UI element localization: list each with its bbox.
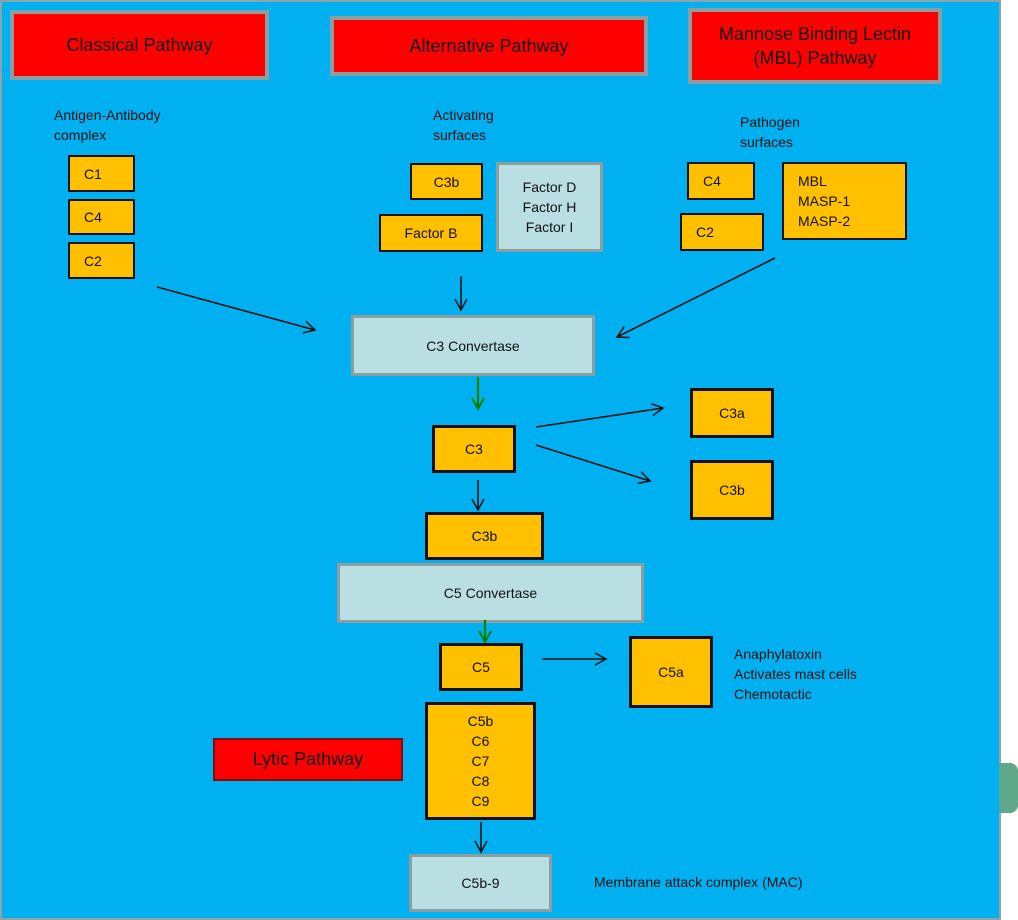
arrow-c3-to-c3b-fragment: [535, 444, 652, 485]
diagram-canvas: Classical Pathway Alternative Pathway Ma…: [0, 0, 1001, 920]
arrows-layer: [156, 257, 776, 854]
side-tab[interactable]: [999, 763, 1018, 813]
arrow-classical-to-c3conv: [156, 286, 317, 334]
arrow-c3-to-c3a: [535, 402, 665, 428]
arrow-mbl-to-c3conv: [615, 257, 776, 339]
